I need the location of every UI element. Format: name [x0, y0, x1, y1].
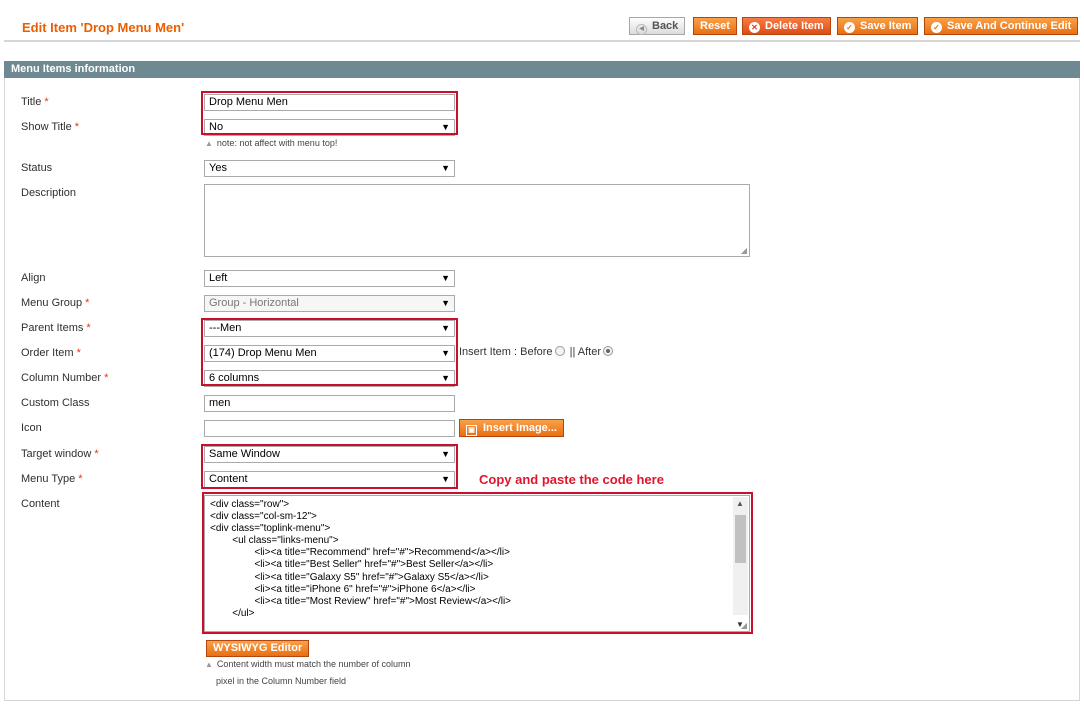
order-item-label: Order Item * [21, 347, 81, 359]
delete-icon: ✕ [749, 22, 760, 33]
note-triangle-icon: ▲ [205, 139, 213, 148]
menu-group-select[interactable]: Group - Horizontal ▼ [204, 295, 455, 312]
insert-image-button[interactable]: ▣ Insert Image... [459, 419, 564, 437]
check-icon: ✓ [931, 22, 942, 33]
save-and-continue-button[interactable]: ✓ Save And Continue Edit [924, 17, 1079, 35]
show-title-label: Show Title * [21, 121, 80, 133]
description-textarea[interactable]: ◢ [204, 184, 750, 257]
content-label: Content [21, 498, 60, 510]
menu-type-label: Menu Type * [21, 473, 83, 485]
dropdown-arrow-icon: ▼ [441, 163, 450, 173]
menu-group-label: Menu Group * [21, 297, 90, 309]
target-window-label: Target window * [21, 448, 99, 460]
delete-item-button[interactable]: ✕ Delete Item [742, 17, 831, 35]
insert-before-radio[interactable] [554, 346, 565, 356]
custom-class-input[interactable]: men [204, 395, 455, 412]
resize-grip-icon: ◢ [740, 246, 747, 255]
icon-input[interactable] [204, 420, 455, 437]
highlight-box-title [201, 91, 458, 135]
icon-label: Icon [21, 422, 42, 434]
content-note-line2: pixel in the Column Number field [216, 676, 347, 686]
reset-button[interactable]: Reset [693, 17, 737, 35]
copy-paste-annotation: Copy and paste the code here [479, 472, 664, 487]
highlight-box-target-type [201, 444, 458, 489]
dropdown-arrow-icon: ▼ [441, 273, 450, 283]
insert-position-options: Insert Item : Before || After [459, 346, 615, 358]
image-icon: ▣ [466, 425, 477, 436]
align-select[interactable]: Left ▼ [204, 270, 455, 287]
title-label: Title * [21, 96, 49, 108]
parent-items-label: Parent Items * [21, 322, 91, 334]
back-button[interactable]: ◀ Back [629, 17, 686, 35]
column-number-label: Column Number * [21, 372, 109, 384]
check-icon: ✓ [844, 22, 855, 33]
back-arrow-icon: ◀ [636, 24, 647, 35]
align-label: Align [21, 272, 46, 284]
custom-class-label: Custom Class [21, 397, 90, 409]
save-item-button[interactable]: ✓ Save Item [837, 17, 919, 35]
highlight-box-parent-order-column [201, 318, 458, 386]
content-note: ▲ Content width must match the number of … [205, 659, 411, 669]
header-divider [4, 40, 1080, 42]
show-title-note: ▲ note: not affect with menu top! [205, 138, 338, 148]
description-label: Description [21, 187, 77, 199]
status-label: Status [21, 162, 53, 174]
insert-after-radio[interactable] [603, 346, 614, 356]
section-title: Menu Items information [4, 61, 1080, 78]
page-header: Edit Item 'Drop Menu Men' ◀ Back Reset ✕ D… [0, 0, 1084, 42]
highlight-box-content [202, 492, 753, 634]
note-triangle-icon: ▲ [205, 660, 213, 669]
wysiwyg-editor-button[interactable]: WYSIWYG Editor [206, 640, 310, 657]
page-title: Edit Item 'Drop Menu Men' [22, 20, 185, 35]
status-select[interactable]: Yes ▼ [204, 160, 455, 177]
dropdown-arrow-icon: ▼ [441, 298, 450, 308]
